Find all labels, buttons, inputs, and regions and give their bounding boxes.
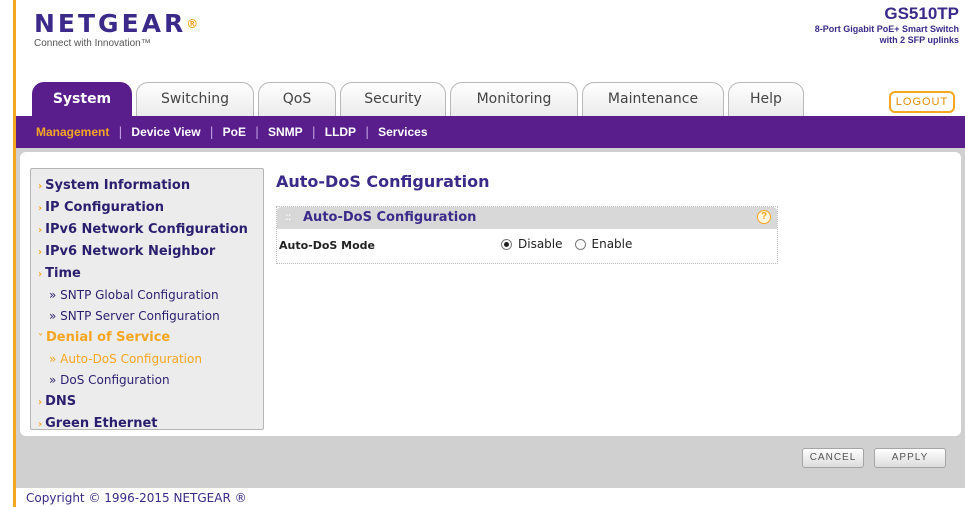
product-description-line2: with 2 SFP uplinks [879, 35, 959, 45]
sidebar-item-ipv6-network-configuration[interactable]: › IPv6 Network Configuration [31, 219, 263, 241]
auto-dos-mode-row: Auto-DoS Mode Disable Enable [277, 229, 777, 263]
chevron-right-icon: › [38, 225, 43, 236]
sidebar-item-time[interactable]: › Time [31, 263, 263, 285]
sidebar-item-green-ethernet[interactable]: › Green Ethernet [31, 413, 263, 435]
subnav-poe[interactable]: PoE [223, 125, 246, 139]
netgear-logo: NETGEAR® Connect with Innovation™ [34, 9, 202, 50]
logout-button[interactable]: LOGOUT [889, 91, 955, 113]
header: NETGEAR® Connect with Innovation™ GS510T… [16, 0, 965, 82]
logo-tagline: Connect with Innovation™ [34, 38, 151, 49]
sidebar: › System Information › IP Configuration › I… [30, 168, 264, 431]
sidebar-item-dos-configuration[interactable]: » DoS Configuration [31, 370, 263, 391]
auto-dos-mode-label: Auto-DoS Mode [279, 239, 376, 252]
enable-radio[interactable] [574, 238, 586, 250]
cancel-button[interactable]: CANCEL [802, 448, 864, 468]
auto-dos-panel: :: Auto-DoS Configuration ? Auto-DoS Mod… [276, 206, 778, 264]
sidebar-item-sntp-server-configuration[interactable]: » SNTP Server Configuration [31, 306, 263, 327]
subnav-separator: | [118, 125, 123, 139]
chevron-right-icon: › [38, 203, 43, 214]
logo-text: NETGEAR [34, 9, 187, 38]
sidebar-item-system-information[interactable]: › System Information [31, 175, 263, 197]
sub-navigation: Management | Device View | PoE | SNMP | … [16, 116, 965, 148]
sidebar-item-denial-of-service[interactable]: ˅ Denial of Service [31, 327, 263, 349]
grip-icon: :: [285, 210, 292, 223]
tab-security[interactable]: Security [340, 82, 446, 116]
auto-dos-mode-radio-group: Disable Enable [501, 237, 644, 251]
chevron-down-icon: ˅ [38, 333, 43, 344]
subnav-snmp[interactable]: SNMP [268, 125, 303, 139]
copyright-text: Copyright © 1996-2015 NETGEAR ® [26, 491, 247, 505]
subnav-separator: | [209, 125, 214, 139]
button-bar: CANCEL APPLY [20, 440, 961, 484]
main-tabs: System Switching QoS Security Monitoring… [16, 82, 965, 116]
product-info: GS510TP 8-Port Gigabit PoE+ Smart Switch… [789, 4, 959, 46]
tab-switching[interactable]: Switching [136, 82, 254, 116]
enable-radio-label[interactable]: Enable [592, 237, 633, 251]
tab-help[interactable]: Help [728, 82, 804, 116]
panel-title: Auto-DoS Configuration [303, 210, 477, 225]
chevron-right-icon: › [38, 269, 43, 280]
chevron-right-icon: › [38, 419, 43, 430]
product-model: GS510TP [884, 4, 959, 23]
logo-mark: ® [186, 17, 202, 31]
tab-system[interactable]: System [32, 82, 132, 116]
help-icon[interactable]: ? [757, 210, 771, 224]
tab-monitoring[interactable]: Monitoring [450, 82, 578, 116]
subnav-separator: | [254, 125, 260, 139]
page-title: Auto-DoS Configuration [276, 172, 490, 191]
chevron-right-icon: › [38, 247, 43, 258]
content-frame: › System Information › IP Configuration › I… [16, 148, 965, 488]
chevron-right-icon: › [38, 397, 43, 408]
subnav-services[interactable]: Services [378, 125, 427, 139]
sidebar-item-auto-dos-configuration[interactable]: » Auto-DoS Configuration [31, 349, 263, 370]
tab-qos[interactable]: QoS [258, 82, 336, 116]
product-description-line1: 8-Port Gigabit PoE+ Smart Switch [814, 24, 959, 34]
apply-button[interactable]: APPLY [874, 448, 946, 468]
sidebar-item-ipv6-network-neighbor[interactable]: › IPv6 Network Neighbor [31, 241, 263, 263]
subnav-lldp[interactable]: LLDP [325, 125, 356, 139]
disable-radio-label[interactable]: Disable [518, 237, 563, 251]
subnav-separator: | [311, 125, 316, 139]
subnav-separator: | [365, 125, 370, 139]
left-accent-strip [0, 0, 16, 507]
subnav-management[interactable]: Management [36, 125, 109, 139]
sidebar-item-dns[interactable]: › DNS [31, 391, 263, 413]
panel-header: :: Auto-DoS Configuration ? [277, 207, 777, 229]
subnav-device-view[interactable]: Device View [131, 125, 200, 139]
footer: Copyright © 1996-2015 NETGEAR ® [16, 488, 965, 507]
tab-maintenance[interactable]: Maintenance [582, 82, 724, 116]
disable-radio[interactable] [501, 238, 512, 250]
content-area: › System Information › IP Configuration › I… [20, 152, 961, 436]
sidebar-item-ip-configuration[interactable]: › IP Configuration [31, 197, 263, 219]
sidebar-item-sntp-global-configuration[interactable]: » SNTP Global Configuration [31, 285, 263, 306]
chevron-right-icon: › [38, 181, 43, 192]
